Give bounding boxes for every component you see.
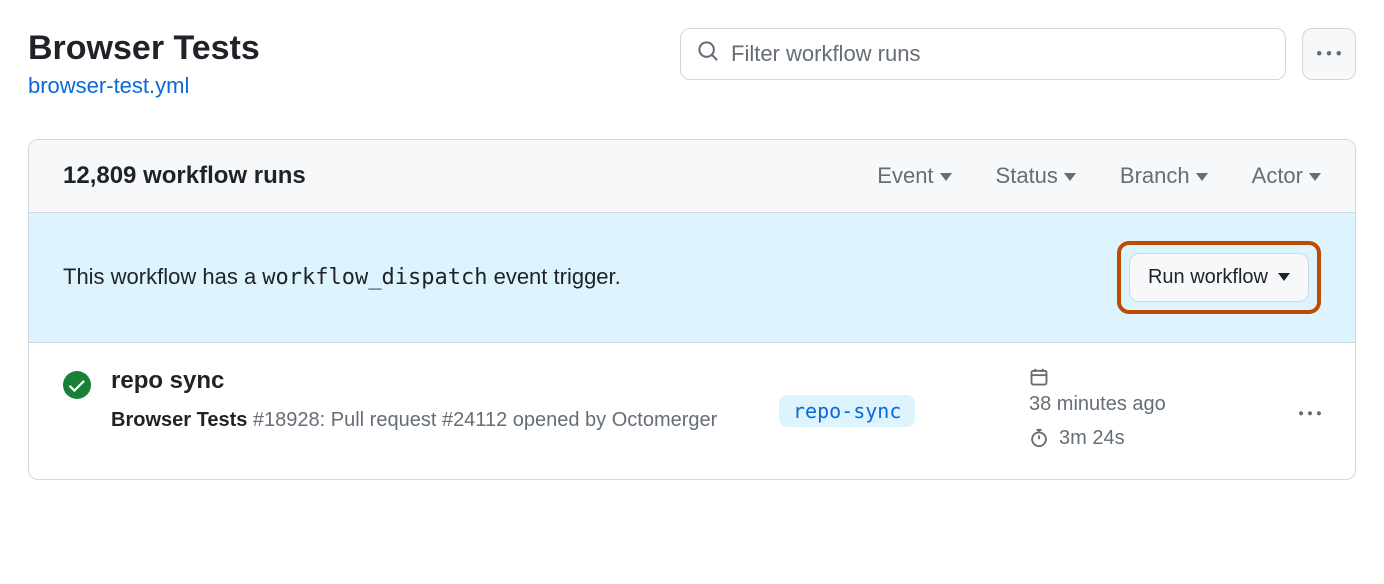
- workflow-actions-menu[interactable]: [1302, 28, 1356, 80]
- kebab-icon: [1299, 403, 1321, 425]
- caret-down-icon: [940, 173, 952, 181]
- run-actions-menu[interactable]: [1299, 367, 1321, 455]
- filter-actor[interactable]: Actor: [1252, 163, 1321, 189]
- run-workflow-name: Browser Tests: [111, 409, 247, 431]
- stopwatch-icon: [1029, 428, 1049, 448]
- run-subtitle: Browser Tests #18928: Pull request #2411…: [111, 405, 759, 435]
- dispatch-code: workflow_dispatch: [262, 265, 487, 290]
- filter-event[interactable]: Event: [877, 163, 951, 189]
- filter-status-label: Status: [996, 163, 1058, 189]
- branch-badge[interactable]: repo-sync: [779, 395, 915, 427]
- run-row[interactable]: repo sync Browser Tests #18928: Pull req…: [29, 343, 1355, 479]
- dispatch-text-before: This workflow has a: [63, 264, 262, 289]
- run-duration: 3m 24s: [1059, 421, 1125, 455]
- caret-down-icon: [1278, 273, 1290, 281]
- kebab-icon: [1317, 42, 1341, 66]
- run-count: 12,809 workflow runs: [63, 162, 306, 190]
- dispatch-text-after: event trigger.: [487, 264, 620, 289]
- run-time-ago: 38 minutes ago: [1029, 387, 1166, 421]
- filter-event-label: Event: [877, 163, 933, 189]
- search-icon: [697, 40, 719, 68]
- filter-runs-input[interactable]: Filter workflow runs: [680, 28, 1286, 80]
- page-title: Browser Tests: [28, 28, 260, 69]
- run-title[interactable]: repo sync: [111, 367, 759, 395]
- runs-panel: 12,809 workflow runs Event Status Branch…: [28, 139, 1356, 480]
- filter-actor-label: Actor: [1252, 163, 1303, 189]
- caret-down-icon: [1064, 173, 1076, 181]
- search-placeholder: Filter workflow runs: [731, 41, 920, 67]
- run-workflow-button[interactable]: Run workflow: [1129, 253, 1309, 302]
- calendar-icon: [1029, 367, 1049, 387]
- run-workflow-highlight: Run workflow: [1117, 241, 1321, 314]
- run-sub-rest: #18928: Pull request #24112 opened by Oc…: [247, 409, 717, 431]
- caret-down-icon: [1309, 173, 1321, 181]
- dispatch-message: This workflow has a workflow_dispatch ev…: [63, 264, 621, 290]
- caret-down-icon: [1196, 173, 1208, 181]
- filter-branch-label: Branch: [1120, 163, 1190, 189]
- filter-status[interactable]: Status: [996, 163, 1076, 189]
- run-workflow-label: Run workflow: [1148, 266, 1268, 289]
- filter-branch[interactable]: Branch: [1120, 163, 1208, 189]
- workflow-file-link[interactable]: browser-test.yml: [28, 73, 189, 98]
- status-success-icon: [63, 371, 91, 455]
